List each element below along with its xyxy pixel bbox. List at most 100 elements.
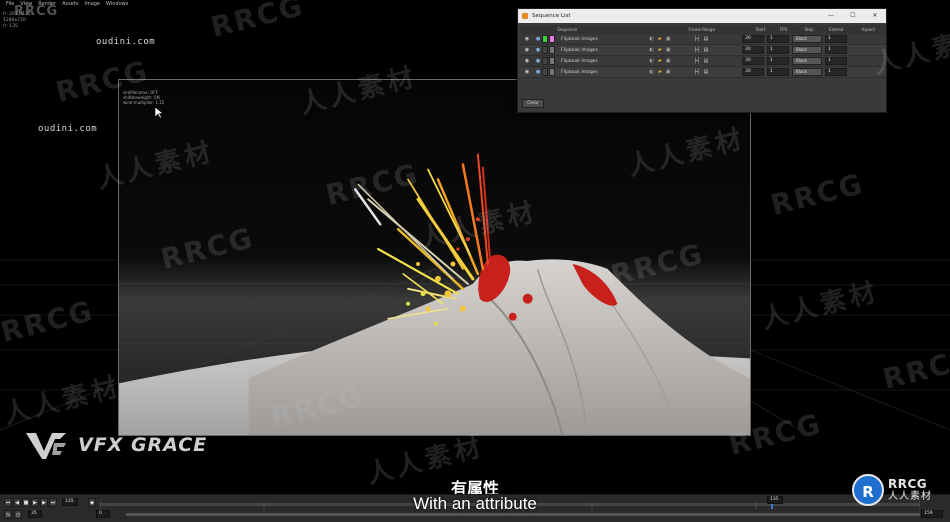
sequence-list-window: Sequence List — ☐ ✕ Sequence Frame Range… xyxy=(517,8,887,113)
frame-range-controls: ├┤ ▤ xyxy=(682,36,720,42)
film-icon[interactable]: ▤ xyxy=(704,47,709,53)
extend-dropdown[interactable]: Black xyxy=(792,57,822,65)
sequence-row[interactable]: ◉ ● Flipbook Images ◐ ▰ ▣ ├┤ ▤ 30 1 Black 1 xyxy=(520,34,886,45)
eye-icon[interactable]: ◐ xyxy=(650,47,654,53)
badge-title: RRCG xyxy=(888,477,928,491)
sequence-name[interactable]: Flipbook Images xyxy=(558,70,638,75)
aspect-field[interactable]: 1 xyxy=(825,46,847,54)
step-field[interactable]: 1 xyxy=(767,46,789,54)
lock-icon[interactable]: ▣ xyxy=(666,36,671,42)
menu-windows[interactable]: Windows xyxy=(106,0,128,8)
info-line: wind:multiplier: 1.15 xyxy=(123,100,165,105)
subtitle-english: With an attribute xyxy=(413,494,537,513)
extend-dropdown[interactable]: Black xyxy=(792,46,822,54)
sequence-rows: ◉ ● Flipbook Images ◐ ▰ ▣ ├┤ ▤ 30 1 Black 1 ◉ ● Flipbo… xyxy=(520,34,886,78)
select-dot-icon[interactable]: ● xyxy=(534,47,542,53)
eye-icon[interactable]: ◐ xyxy=(650,69,654,75)
range-icon[interactable]: ├┤ xyxy=(694,47,700,53)
app-icon xyxy=(522,13,528,19)
eye-icon[interactable]: ◐ xyxy=(650,36,654,42)
film-icon[interactable]: ▤ xyxy=(704,36,709,42)
step-field[interactable]: 1 xyxy=(767,68,789,76)
color-swatches xyxy=(542,57,558,65)
header-aspect: Aspect xyxy=(861,27,876,32)
watermark: RRCG xyxy=(767,167,868,222)
brand-text: VFX GRACE xyxy=(78,434,208,456)
menu-image[interactable]: Image xyxy=(84,0,100,8)
swatch-primary xyxy=(542,68,548,76)
aspect-field[interactable]: 1 xyxy=(825,57,847,65)
header-sequence: Sequence xyxy=(557,27,578,32)
header-extend: Extend xyxy=(829,27,844,32)
extend-dropdown[interactable]: Black xyxy=(792,68,822,76)
row-icons: ◐ ▰ ▣ xyxy=(638,69,682,75)
sequence-name[interactable]: Flipbook Images xyxy=(558,59,638,64)
viewer-info: fr: 2074/125 1280x720 fr: 135 xyxy=(3,12,31,30)
menu-bar: File View Render Assets Image Windows xyxy=(0,0,520,8)
table-header: Sequence Frame Range Start FPS Step Exte… xyxy=(520,25,886,34)
eye-icon[interactable]: ◐ xyxy=(650,58,654,64)
sequence-name[interactable]: Flipbook Images xyxy=(558,48,638,53)
viewport[interactable]: simfilename: OFF shifdexweight: ON wind:… xyxy=(118,79,751,436)
folder-icon[interactable]: ▰ xyxy=(658,69,662,75)
folder-icon[interactable]: ▰ xyxy=(658,58,662,64)
window-titlebar[interactable]: Sequence List — ☐ ✕ xyxy=(518,9,886,23)
visibility-toggle-icon[interactable]: ◉ xyxy=(520,58,534,64)
folder-icon[interactable]: ▰ xyxy=(658,47,662,53)
lock-icon[interactable]: ▣ xyxy=(666,47,671,53)
sequence-row[interactable]: ◉ ● Flipbook Images ◐ ▰ ▣ ├┤ ▤ 30 1 Black 1 xyxy=(520,56,886,67)
rrcg-badge: R RRCG 人人素材 xyxy=(852,474,932,506)
step-field[interactable]: 1 xyxy=(767,35,789,43)
range-icon[interactable]: ├┤ xyxy=(694,69,700,75)
aspect-field[interactable]: 1 xyxy=(825,35,847,43)
select-dot-icon[interactable]: ● xyxy=(534,58,542,64)
range-icon[interactable]: ├┤ xyxy=(694,58,700,64)
folder-icon[interactable]: ▰ xyxy=(658,36,662,42)
maximize-button[interactable]: ☐ xyxy=(842,9,864,23)
film-icon[interactable]: ▤ xyxy=(704,69,709,75)
minimize-button[interactable]: — xyxy=(820,9,842,23)
step-field[interactable]: 1 xyxy=(767,57,789,65)
swatch-secondary xyxy=(549,46,555,54)
sequence-name[interactable]: Flipbook Images xyxy=(558,37,638,42)
swatch-secondary xyxy=(549,57,555,65)
select-dot-icon[interactable]: ● xyxy=(534,36,542,42)
window-title: Sequence List xyxy=(532,13,571,19)
sequence-table: Sequence Frame Range Start FPS Step Exte… xyxy=(520,25,886,78)
clear-button[interactable]: Clear xyxy=(522,99,544,108)
row-icons: ◐ ▰ ▣ xyxy=(638,58,682,64)
menu-assets[interactable]: Assets xyxy=(62,0,78,8)
fps-field[interactable]: 30 xyxy=(742,68,764,76)
mouse-cursor-icon xyxy=(155,107,163,119)
sequence-row[interactable]: ◉ ● Flipbook Images ◐ ▰ ▣ ├┤ ▤ 30 1 Black 1 xyxy=(520,67,886,78)
visibility-toggle-icon[interactable]: ◉ xyxy=(520,69,534,75)
frame-range-controls: ├┤ ▤ xyxy=(682,58,720,64)
fps-field[interactable]: 30 xyxy=(742,57,764,65)
range-icon[interactable]: ├┤ xyxy=(694,36,700,42)
sequence-row[interactable]: ◉ ● Flipbook Images ◐ ▰ ▣ ├┤ ▤ 30 1 Black 1 xyxy=(520,45,886,56)
film-icon[interactable]: ▤ xyxy=(704,58,709,64)
header-start: Start xyxy=(755,27,766,32)
aspect-field[interactable]: 1 xyxy=(825,68,847,76)
swatch-secondary xyxy=(549,35,555,43)
visibility-toggle-icon[interactable]: ◉ xyxy=(520,47,534,53)
frame-range-controls: ├┤ ▤ xyxy=(682,47,720,53)
url-text: oudini.com xyxy=(96,37,156,47)
lock-icon[interactable]: ▣ xyxy=(666,69,671,75)
row-icons: ◐ ▰ ▣ xyxy=(638,47,682,53)
header-frame-range: Frame Range xyxy=(688,27,715,32)
vfx-grace-logo: VFX GRACE xyxy=(24,429,207,461)
rrcg-logo-icon: R xyxy=(852,474,884,506)
swatch-primary xyxy=(542,35,548,43)
fps-field[interactable]: 30 xyxy=(742,46,764,54)
fps-field[interactable]: 30 xyxy=(742,35,764,43)
lock-icon[interactable]: ▣ xyxy=(666,58,671,64)
close-button[interactable]: ✕ xyxy=(864,9,886,23)
select-dot-icon[interactable]: ● xyxy=(534,69,542,75)
extend-dropdown[interactable]: Black xyxy=(792,35,822,43)
vfx-grace-emblem-icon xyxy=(26,433,66,459)
color-swatches xyxy=(542,46,558,54)
volcano-render xyxy=(119,80,750,435)
color-swatches xyxy=(542,68,558,76)
visibility-toggle-icon[interactable]: ◉ xyxy=(520,36,534,42)
